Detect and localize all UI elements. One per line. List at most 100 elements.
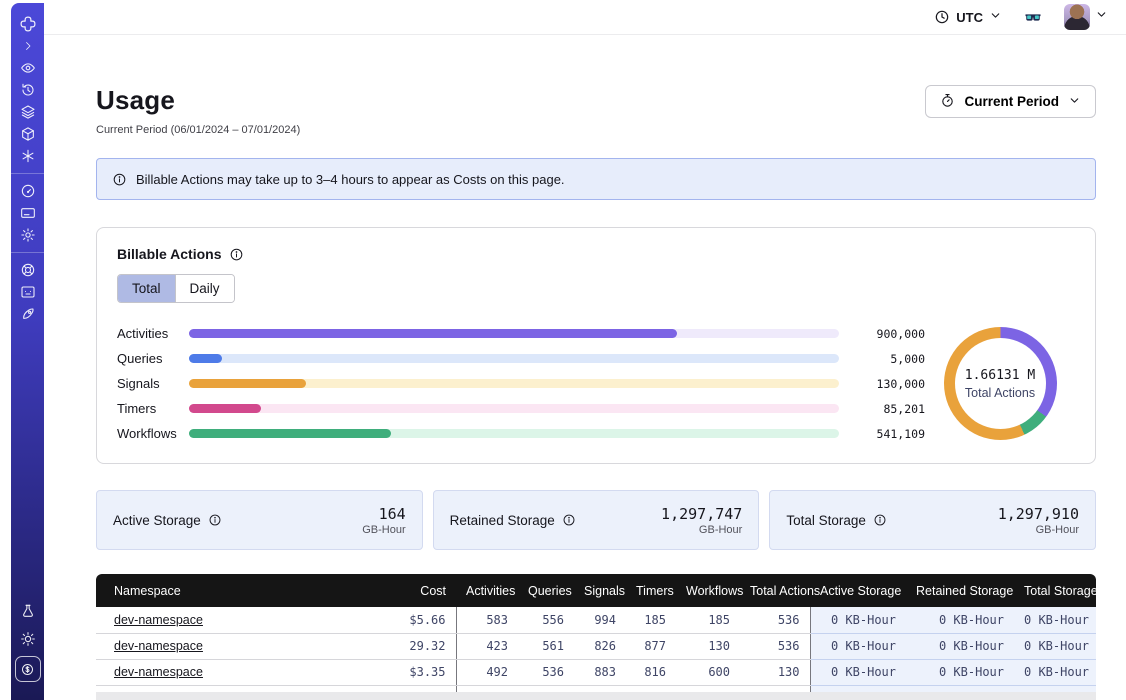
tab-daily[interactable]: Daily bbox=[175, 275, 234, 302]
column-header-active-storage: Active Storage bbox=[810, 574, 906, 607]
retained-storage-card: Retained Storage 1,297,747GB-Hour bbox=[433, 490, 760, 550]
value-cell: 185 bbox=[676, 607, 740, 633]
storage-summary-row: Active Storage164GB-HourRetained Storage… bbox=[96, 490, 1096, 550]
storage-card-label: Active Storage bbox=[113, 513, 201, 528]
sidebar-divider bbox=[11, 252, 44, 253]
info-icon[interactable] bbox=[208, 513, 222, 527]
bar-track bbox=[189, 429, 839, 438]
value-cell: 883 bbox=[574, 659, 626, 685]
settings-gear-icon[interactable] bbox=[11, 224, 44, 246]
support-lifebuoy-icon[interactable] bbox=[11, 259, 44, 281]
console-icon[interactable] bbox=[11, 281, 44, 303]
value-cell: 0 KB-Hour bbox=[906, 659, 1014, 685]
value-cell: 130 bbox=[740, 659, 810, 685]
asterisk-icon[interactable] bbox=[11, 145, 44, 167]
page-content: Usage Current Period (06/01/2024 – 07/01… bbox=[44, 35, 1126, 700]
value-cell bbox=[384, 685, 456, 692]
active-storage-card: Active Storage164GB-Hour bbox=[96, 490, 423, 550]
total-storage-card: Total Storage1,297,910GB-Hour bbox=[769, 490, 1096, 550]
value-cell: 0 KB-Hour bbox=[810, 607, 906, 633]
namespace-cell: dev-namespace bbox=[96, 659, 384, 685]
cube-icon[interactable] bbox=[11, 123, 44, 145]
period-selector-button[interactable]: Current Period bbox=[925, 85, 1096, 118]
value-cell: 0 KB-Hour bbox=[906, 607, 1014, 633]
value-cell: 0 KB-Hour bbox=[1014, 633, 1096, 659]
storage-card-unit: GB-Hour bbox=[998, 524, 1079, 536]
bar-row-activities: Activities900,000 bbox=[117, 321, 925, 346]
namespace-usage-table: NamespaceCostActivitiesQueriesSignalsTim… bbox=[96, 574, 1096, 692]
value-cell: 423 bbox=[456, 633, 518, 659]
bar-label: Signals bbox=[117, 376, 189, 391]
info-banner: Billable Actions may take up to 3–4 hour… bbox=[96, 158, 1096, 200]
column-header-timers: Timers bbox=[626, 574, 676, 607]
chevron-right-icon[interactable] bbox=[11, 35, 44, 57]
value-cell bbox=[810, 685, 906, 692]
main-area: UTC Usage Current Period ( bbox=[44, 0, 1126, 700]
history-clock-icon[interactable] bbox=[11, 79, 44, 101]
topbar: UTC bbox=[44, 0, 1126, 35]
info-icon[interactable] bbox=[229, 247, 244, 262]
viewport-clip-strip bbox=[96, 692, 1096, 700]
dollar-coin-icon[interactable] bbox=[15, 656, 41, 682]
value-cell: 0 KB-Hour bbox=[810, 633, 906, 659]
layers-icon[interactable] bbox=[11, 101, 44, 123]
info-icon bbox=[112, 172, 127, 187]
bar-track bbox=[189, 329, 839, 338]
value-cell: 561 bbox=[518, 633, 574, 659]
tab-total[interactable]: Total bbox=[118, 275, 175, 302]
eye-icon[interactable] bbox=[11, 57, 44, 79]
storage-card-value: 1,297,910 bbox=[998, 505, 1079, 523]
namespace-link[interactable]: dev-namespace bbox=[114, 613, 203, 627]
user-menu[interactable] bbox=[1064, 4, 1108, 30]
bar-value: 541,109 bbox=[839, 427, 925, 441]
column-header-total-actions: Total Actions bbox=[740, 574, 810, 607]
storage-card-unit: GB-Hour bbox=[661, 524, 742, 536]
bar-row-queries: Queries5,000 bbox=[117, 346, 925, 371]
donut-center: 1.66131 M Total Actions bbox=[955, 338, 1046, 429]
value-cell: $3.35 bbox=[384, 659, 456, 685]
temporal-logo[interactable] bbox=[11, 13, 44, 35]
storage-card-label: Retained Storage bbox=[450, 513, 555, 528]
sun-icon[interactable] bbox=[11, 628, 44, 650]
column-header-namespace: Namespace bbox=[96, 574, 384, 607]
storage-card-value: 1,297,747 bbox=[661, 505, 742, 523]
namespace-cell: dev-namespace bbox=[96, 633, 384, 659]
value-cell bbox=[676, 685, 740, 692]
column-header-queries: Queries bbox=[518, 574, 574, 607]
billing-card-icon[interactable] bbox=[11, 202, 44, 224]
namespace-link[interactable]: dev-namespace bbox=[114, 639, 203, 653]
period-selector-label: Current Period bbox=[964, 94, 1059, 109]
column-header-signals: Signals bbox=[574, 574, 626, 607]
value-cell: 492 bbox=[456, 659, 518, 685]
table-header-row: NamespaceCostActivitiesQueriesSignalsTim… bbox=[96, 574, 1096, 607]
table-row-clipped bbox=[96, 685, 1096, 692]
value-cell: 130 bbox=[676, 633, 740, 659]
info-icon[interactable] bbox=[562, 513, 576, 527]
bar-track bbox=[189, 379, 839, 388]
sidebar-nav bbox=[11, 3, 44, 700]
namespace-cell: dev-namespace bbox=[96, 607, 384, 633]
timezone-dropdown[interactable]: UTC bbox=[934, 9, 1002, 25]
namespace-link[interactable]: dev-namespace bbox=[114, 665, 203, 679]
storage-card-unit: GB-Hour bbox=[362, 524, 405, 536]
flask-icon[interactable] bbox=[11, 600, 44, 622]
bar-value: 5,000 bbox=[839, 352, 925, 366]
timezone-label: UTC bbox=[956, 10, 983, 25]
glasses-icon[interactable] bbox=[1022, 8, 1044, 26]
info-icon[interactable] bbox=[873, 513, 887, 527]
bar-label: Workflows bbox=[117, 426, 189, 441]
table-row: dev-namespace29.324235618268771305360 KB… bbox=[96, 633, 1096, 659]
value-cell: 536 bbox=[740, 633, 810, 659]
value-cell: 994 bbox=[574, 607, 626, 633]
value-cell: 29.32 bbox=[384, 633, 456, 659]
bar-fill bbox=[189, 354, 222, 363]
bar-row-timers: Timers85,201 bbox=[117, 396, 925, 421]
bar-value: 85,201 bbox=[839, 402, 925, 416]
column-header-activities: Activities bbox=[456, 574, 518, 607]
bar-label: Activities bbox=[117, 326, 189, 341]
rocket-icon[interactable] bbox=[11, 303, 44, 325]
donut-ring: 1.66131 M Total Actions bbox=[944, 327, 1057, 440]
gauge-icon[interactable] bbox=[11, 180, 44, 202]
value-cell: $5.66 bbox=[384, 607, 456, 633]
bar-fill bbox=[189, 379, 306, 388]
